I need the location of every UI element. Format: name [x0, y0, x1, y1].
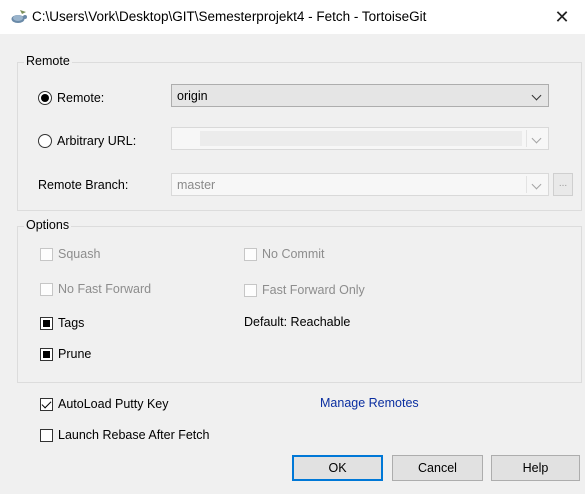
remote-select-value: origin: [177, 89, 208, 103]
chevron-down-icon: [531, 133, 542, 144]
remote-branch-value: master: [177, 178, 216, 192]
no-fast-forward-checkbox[interactable]: [40, 283, 53, 296]
browse-branch-button[interactable]: ...: [553, 173, 573, 196]
fast-forward-only-checkbox[interactable]: [244, 284, 257, 297]
launch-rebase-label[interactable]: Launch Rebase After Fetch: [58, 428, 209, 442]
fast-forward-only-label: Fast Forward Only: [262, 283, 365, 297]
squash-checkbox[interactable]: [40, 248, 53, 261]
manage-remotes-link[interactable]: Manage Remotes: [320, 396, 419, 410]
arbitrary-url-combo[interactable]: [171, 127, 549, 150]
window-title: C:\Users\Vork\Desktop\GIT\Semesterprojek…: [32, 9, 427, 24]
arbitrary-url-radio[interactable]: [38, 134, 52, 148]
help-button[interactable]: Help: [491, 455, 580, 481]
tags-checkbox[interactable]: [40, 317, 53, 330]
chevron-down-icon: [531, 90, 542, 101]
squash-label: Squash: [58, 247, 101, 261]
remote-radio[interactable]: [38, 91, 52, 105]
remote-branch-combo[interactable]: master: [171, 173, 549, 196]
arbitrary-url-input[interactable]: [200, 131, 522, 146]
remote-radio-label[interactable]: Remote:: [57, 91, 104, 105]
ok-button[interactable]: OK: [292, 455, 383, 481]
prune-checkbox[interactable]: [40, 348, 53, 361]
no-commit-checkbox[interactable]: [244, 248, 257, 261]
prune-label[interactable]: Prune: [58, 347, 91, 361]
launch-rebase-checkbox[interactable]: [40, 429, 53, 442]
combo-divider: [526, 176, 527, 193]
autoload-putty-label[interactable]: AutoLoad Putty Key: [58, 397, 169, 411]
no-commit-label: No Commit: [262, 247, 325, 261]
tags-default-note: Default: Reachable: [244, 315, 351, 329]
dialog-client: Remote Remote: origin Arbitrary URL: Rem…: [0, 34, 585, 494]
options-group-label: Options: [24, 218, 72, 232]
chevron-down-icon: [531, 179, 542, 190]
close-icon: ✕: [554, 6, 570, 27]
combo-divider: [526, 130, 527, 147]
remote-select[interactable]: origin: [171, 84, 549, 107]
autoload-putty-checkbox[interactable]: [40, 398, 53, 411]
arbitrary-url-label[interactable]: Arbitrary URL:: [57, 134, 136, 148]
no-fast-forward-label: No Fast Forward: [58, 282, 152, 296]
tortoisegit-icon: [11, 10, 27, 23]
tags-label[interactable]: Tags: [58, 316, 84, 330]
remote-branch-label: Remote Branch:: [38, 178, 129, 192]
remote-group-label: Remote: [24, 54, 72, 68]
title-bar: C:\Users\Vork\Desktop\GIT\Semesterprojek…: [0, 0, 585, 34]
cancel-button[interactable]: Cancel: [392, 455, 483, 481]
close-button[interactable]: ✕: [539, 0, 585, 34]
